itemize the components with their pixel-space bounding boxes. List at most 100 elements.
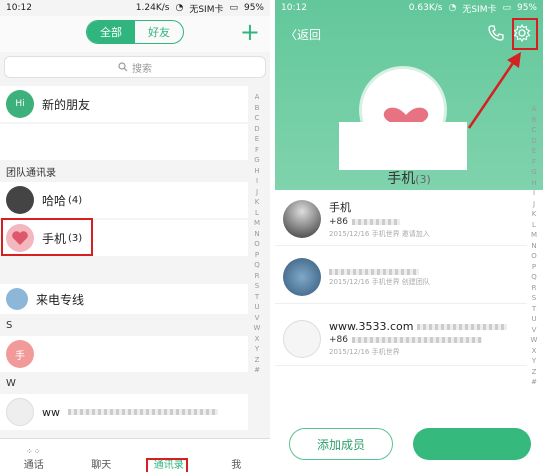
- list-item-group-haha[interactable]: 哈哈 (4): [0, 182, 248, 218]
- alphabet-letter[interactable]: C: [532, 125, 537, 136]
- alphabet-letter[interactable]: T: [532, 304, 536, 315]
- member-join-date: 2015/12/16 手机世界 邀请加入: [329, 229, 430, 238]
- alphabet-letter[interactable]: B: [532, 115, 537, 126]
- alphabet-letter[interactable]: U: [531, 314, 536, 325]
- battery-level: 95%: [516, 3, 537, 13]
- alphabet-letter[interactable]: I: [533, 188, 535, 199]
- alphabet-letter[interactable]: Y: [255, 344, 259, 355]
- alphabet-letter[interactable]: J: [256, 187, 258, 198]
- member-row[interactable]: www.3533.com +86 2015/12/16 手机世界: [275, 312, 527, 366]
- alphabet-letter[interactable]: Z: [532, 367, 537, 378]
- wifi-icon: ◔: [448, 3, 457, 13]
- section-header-team: 团队通讯录: [6, 167, 56, 179]
- alphabet-letter[interactable]: W: [531, 335, 538, 346]
- tab-calls[interactable]: ⁘⁘ 通话: [0, 439, 68, 472]
- alphabet-letter[interactable]: O: [531, 251, 537, 262]
- alphabet-letter[interactable]: N: [254, 229, 259, 240]
- alphabet-letter[interactable]: H: [531, 178, 536, 189]
- contacts-screen: 10:12 1.24K/s ◔ 无SIM卡 ▭ 95% 全部 好友 + 搜索 H…: [0, 0, 270, 472]
- alphabet-letter[interactable]: E: [532, 146, 536, 157]
- tab-chat[interactable]: 聊天: [68, 439, 136, 472]
- alphabet-index[interactable]: A B C D E F G H I J K L M N O P Q R S T U V W X Y Z #: [252, 92, 262, 376]
- alphabet-letter[interactable]: K: [255, 197, 260, 208]
- wifi-icon: ◔: [175, 3, 184, 13]
- alphabet-letter[interactable]: S: [532, 293, 536, 304]
- search-placeholder: 搜索: [132, 63, 152, 75]
- member-join-date: 2015/12/16 手机世界: [329, 348, 400, 356]
- alphabet-letter[interactable]: W: [254, 323, 261, 334]
- list-item-blank[interactable]: [0, 124, 248, 160]
- alphabet-letter[interactable]: H: [254, 166, 259, 177]
- alphabet-letter[interactable]: A: [255, 92, 260, 103]
- alphabet-letter[interactable]: X: [255, 334, 260, 345]
- alphabet-letter[interactable]: P: [255, 250, 259, 261]
- search-input[interactable]: 搜索: [4, 56, 266, 78]
- member-phone: [329, 268, 430, 275]
- alphabet-letter[interactable]: M: [531, 230, 537, 241]
- list-item-hotline[interactable]: 来电专线: [0, 284, 248, 314]
- alphabet-letter[interactable]: D: [254, 124, 259, 135]
- alphabet-letter[interactable]: M: [254, 218, 260, 229]
- alphabet-letter[interactable]: V: [532, 325, 537, 336]
- alphabet-letter[interactable]: G: [254, 155, 259, 166]
- network-speed: 1.24K/s: [135, 3, 170, 13]
- alphabet-letter[interactable]: T: [255, 292, 259, 303]
- alphabet-letter[interactable]: I: [256, 176, 258, 187]
- alphabet-letter[interactable]: #: [254, 365, 260, 376]
- alphabet-letter[interactable]: K: [532, 209, 537, 220]
- alphabet-letter[interactable]: S: [255, 281, 259, 292]
- bottom-tab-bar: ⁘⁘ 通话 聊天 通讯录 我: [0, 438, 270, 472]
- alphabet-letter[interactable]: O: [254, 239, 260, 250]
- alphabet-letter[interactable]: B: [255, 103, 260, 114]
- list-item-w-contact[interactable]: ww: [0, 394, 248, 430]
- alphabet-letter[interactable]: X: [532, 346, 537, 357]
- alphabet-letter[interactable]: Z: [255, 355, 260, 366]
- tab-all[interactable]: 全部: [87, 21, 135, 43]
- alphabet-letter[interactable]: V: [255, 313, 260, 324]
- alphabet-letter[interactable]: J: [533, 199, 535, 210]
- contacts-filter-toggle: 全部 好友: [86, 20, 184, 44]
- alphabet-letter[interactable]: F: [255, 145, 259, 156]
- alphabet-letter[interactable]: D: [531, 136, 536, 147]
- alphabet-letter[interactable]: #: [531, 377, 537, 388]
- member-row[interactable]: 2015/12/16 手机世界 创建团队: [275, 250, 527, 304]
- alphabet-letter[interactable]: C: [255, 113, 260, 124]
- member-phone: +86: [329, 335, 507, 345]
- alphabet-letter[interactable]: U: [254, 302, 259, 313]
- tab-friends[interactable]: 好友: [135, 21, 183, 43]
- alphabet-letter[interactable]: L: [255, 208, 259, 219]
- contact-avatar: [6, 398, 34, 426]
- phone-icon[interactable]: [487, 24, 505, 42]
- alphabet-letter[interactable]: N: [531, 241, 536, 252]
- search-icon: [118, 62, 128, 72]
- alphabet-letter[interactable]: R: [532, 283, 537, 294]
- back-button[interactable]: 〈返回: [285, 26, 321, 43]
- alphabet-letter[interactable]: Y: [532, 356, 536, 367]
- alphabet-letter[interactable]: F: [532, 157, 536, 168]
- section-header-s: S: [6, 319, 13, 331]
- add-member-button[interactable]: 添加成员: [289, 428, 393, 460]
- alphabet-letter[interactable]: L: [532, 220, 536, 231]
- alphabet-letter[interactable]: R: [255, 271, 260, 282]
- tab-me[interactable]: 我: [203, 439, 271, 472]
- alphabet-letter[interactable]: Q: [531, 272, 537, 283]
- alphabet-letter[interactable]: Q: [254, 260, 260, 271]
- status-bar: 10:12 1.24K/s ◔ 无SIM卡 ▭ 95%: [0, 0, 270, 16]
- member-row[interactable]: 手机 +86 2015/12/16 手机世界 邀请加入: [275, 192, 527, 246]
- alphabet-letter[interactable]: P: [532, 262, 536, 273]
- group-title: 手机(3): [387, 171, 431, 187]
- primary-action-button[interactable]: [413, 428, 531, 460]
- contact-name: 来电专线: [36, 292, 85, 307]
- alphabet-index[interactable]: A B C D E F G H I J K L M N O P Q R S T U V W X Y Z #: [529, 104, 539, 388]
- tab-label: 我: [231, 460, 242, 471]
- red-arrow: [465, 52, 525, 132]
- member-avatar: [283, 199, 321, 238]
- alphabet-letter[interactable]: A: [532, 104, 537, 115]
- alphabet-letter[interactable]: E: [255, 134, 259, 145]
- highlight-box: [1, 218, 93, 256]
- list-item-s-contact[interactable]: 手: [0, 336, 248, 372]
- alphabet-letter[interactable]: G: [531, 167, 536, 178]
- list-item-new-friends[interactable]: Hi 新的朋友: [0, 86, 248, 122]
- network-speed: 0.63K/s: [408, 3, 443, 13]
- plus-icon[interactable]: +: [240, 18, 260, 46]
